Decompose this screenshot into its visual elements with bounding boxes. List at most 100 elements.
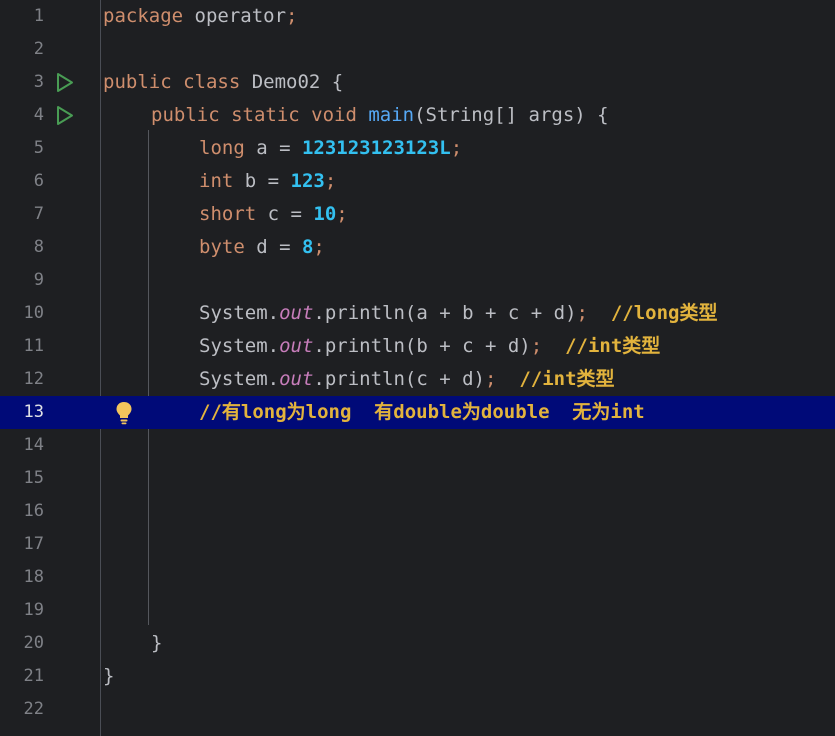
- line-number: 22: [23, 699, 44, 719]
- line-number: 14: [23, 435, 44, 455]
- line-number: 8: [33, 237, 44, 257]
- code-text: long a = 123123123123L;: [199, 132, 462, 165]
- comment: //有long为long 有double为double 无为int: [199, 401, 645, 423]
- code-line-current[interactable]: 13 //有long为long 有double为double 无为int: [0, 396, 835, 429]
- code-text: public class Demo02 {: [103, 66, 343, 99]
- code-text: int b = 123;: [199, 165, 336, 198]
- line-number: 4: [33, 105, 44, 125]
- method-call: .println(: [313, 368, 417, 390]
- line-number: 19: [23, 600, 44, 620]
- line-number: 9: [33, 270, 44, 290]
- closing-brace: }: [151, 632, 163, 654]
- line-number: 18: [23, 567, 44, 587]
- number-literal: 10: [313, 203, 337, 225]
- class-ref: System.: [199, 302, 280, 324]
- lightbulb-icon[interactable]: [114, 400, 134, 425]
- keyword: short: [199, 203, 257, 225]
- code-line[interactable]: 17: [0, 528, 835, 561]
- closing-brace: }: [103, 665, 115, 687]
- assignment: b =: [233, 170, 291, 192]
- number-literal: 123123123123L: [301, 137, 451, 159]
- assignment: d =: [244, 236, 302, 258]
- code-line[interactable]: 10 System.out.println(a + b + c + d); //…: [0, 297, 835, 330]
- code-line[interactable]: 5 long a = 123123123123L;: [0, 132, 835, 165]
- code-line[interactable]: 6 int b = 123;: [0, 165, 835, 198]
- package-name: operator: [183, 5, 287, 27]
- semicolon: ;: [286, 5, 298, 27]
- run-icon[interactable]: [54, 105, 75, 126]
- line-number: 1: [33, 6, 44, 26]
- call-args: c + d): [416, 368, 485, 390]
- keyword: int: [199, 170, 234, 192]
- semicolon: ;: [313, 236, 325, 258]
- call-args: a + b + c + d): [416, 302, 577, 324]
- run-icon[interactable]: [54, 72, 75, 93]
- line-number: 5: [33, 138, 44, 158]
- line-number: 2: [33, 39, 44, 59]
- code-text: package operator;: [103, 0, 297, 33]
- code-line[interactable]: 4 public static void main(String[] args)…: [0, 99, 835, 132]
- code-line[interactable]: 20 }: [0, 627, 835, 660]
- code-line[interactable]: 14: [0, 429, 835, 462]
- number-literal: 8: [301, 236, 314, 258]
- comment: //long类型: [610, 302, 718, 324]
- method-params: (String[] args) {: [414, 104, 609, 126]
- assignment: c =: [256, 203, 314, 225]
- line-number: 7: [33, 204, 44, 224]
- static-field: out: [279, 368, 314, 390]
- method-call: .println(: [313, 302, 417, 324]
- semicolon: ;: [450, 137, 463, 159]
- comment: //int类型: [519, 368, 615, 390]
- static-field: out: [279, 335, 314, 357]
- code-line[interactable]: 9: [0, 264, 835, 297]
- line-number: 15: [23, 468, 44, 488]
- comment: //int类型: [565, 335, 661, 357]
- code-text: short c = 10;: [199, 198, 348, 231]
- code-text: System.out.println(c + d); //int类型: [199, 363, 615, 396]
- keyword: long: [199, 137, 245, 159]
- code-line[interactable]: 1 package operator;: [0, 0, 835, 33]
- assignment: a =: [244, 137, 302, 159]
- class-ref: System.: [199, 335, 280, 357]
- semicolon: ;: [576, 302, 588, 324]
- method-name: main: [356, 104, 415, 126]
- class-declaration: Demo02 {: [240, 71, 344, 93]
- line-number: 13: [23, 402, 44, 422]
- line-number: 21: [23, 666, 44, 686]
- code-line[interactable]: 21 }: [0, 660, 835, 693]
- code-line[interactable]: 7 short c = 10;: [0, 198, 835, 231]
- code-line[interactable]: 8 byte d = 8;: [0, 231, 835, 264]
- class-ref: System.: [199, 368, 280, 390]
- semicolon: ;: [324, 170, 337, 192]
- code-line[interactable]: 2: [0, 33, 835, 66]
- keyword: package: [103, 5, 184, 27]
- line-number: 10: [23, 303, 44, 323]
- line-number: 11: [23, 336, 44, 356]
- call-args: b + c + d): [416, 335, 531, 357]
- code-text: //有long为long 有double为double 无为int: [199, 396, 645, 429]
- line-number: 3: [33, 72, 44, 92]
- code-editor[interactable]: 1 package operator; 2 3 public class Dem…: [0, 0, 835, 736]
- code-text: System.out.println(b + c + d); //int类型: [199, 330, 660, 363]
- semicolon: ;: [530, 335, 543, 357]
- code-line[interactable]: 22: [0, 693, 835, 726]
- method-call: .println(: [313, 335, 417, 357]
- code-line[interactable]: 12 System.out.println(c + d); //int类型: [0, 363, 835, 396]
- keyword: public class: [103, 71, 241, 93]
- code-line[interactable]: 16: [0, 495, 835, 528]
- line-number: 20: [23, 633, 44, 653]
- code-line[interactable]: 3 public class Demo02 {: [0, 66, 835, 99]
- code-line[interactable]: 15: [0, 462, 835, 495]
- line-number: 17: [23, 534, 44, 554]
- semicolon: ;: [485, 368, 497, 390]
- code-line[interactable]: 18: [0, 561, 835, 594]
- code-text: byte d = 8;: [199, 231, 325, 264]
- line-number: 6: [33, 171, 44, 191]
- code-line[interactable]: 11 System.out.println(b + c + d); //int类…: [0, 330, 835, 363]
- line-number: 16: [23, 501, 44, 521]
- code-line[interactable]: 19: [0, 594, 835, 627]
- code-text: public static void main(String[] args) {: [151, 99, 609, 132]
- keyword: byte: [199, 236, 245, 258]
- code-text: System.out.println(a + b + c + d); //lon…: [199, 297, 718, 330]
- line-number: 12: [23, 369, 44, 389]
